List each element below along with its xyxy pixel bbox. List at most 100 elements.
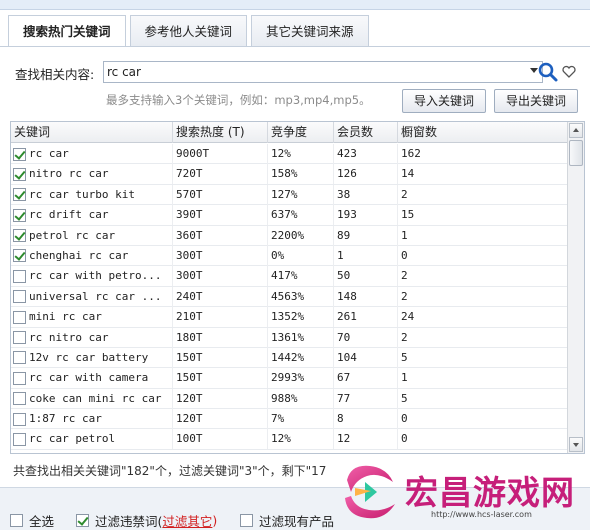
members-cell: 261: [334, 307, 398, 328]
row-checkbox[interactable]: [13, 331, 26, 345]
row-checkbox[interactable]: [13, 269, 26, 283]
keyword-cell: rc nitro car: [11, 327, 173, 348]
table-row[interactable]: rc car petrol 100T 12% 12 0: [11, 429, 567, 450]
keyword-cell: rc car with camera: [11, 368, 173, 389]
column-header-keyword[interactable]: 关键词: [11, 122, 173, 143]
showcase-cell: 15: [401, 208, 415, 222]
search-row: 查找相关内容:: [15, 61, 585, 83]
search-hint: 最多支持输入3个关键词，例如：mp3,mp4,mp5。: [106, 93, 371, 107]
table-row[interactable]: rc drift car 390T 637% 193 15: [11, 205, 567, 226]
watermark: 宏昌游戏网 http://www.hcs-laser.com: [335, 452, 590, 530]
row-checkbox[interactable]: [13, 290, 26, 304]
competition-cell: 1352%: [268, 307, 334, 328]
row-checkbox[interactable]: [13, 392, 26, 406]
row-checkbox[interactable]: [13, 351, 26, 365]
scrollbar-thumb[interactable]: [569, 140, 583, 166]
column-header-showcase[interactable]: 橱窗数: [398, 122, 567, 143]
tab-other-sources[interactable]: 其它关键词来源: [251, 15, 369, 46]
competition-cell: 1442%: [268, 347, 334, 368]
members-cell: 67: [334, 368, 398, 389]
heat-cell: 150T: [173, 368, 268, 389]
table-row[interactable]: rc car 9000T 12% 423 162: [11, 144, 567, 165]
keyword-text: rc car turbo kit: [29, 187, 135, 201]
members-cell: 77: [334, 388, 398, 409]
table-row[interactable]: rc nitro car 180T 1361% 70 2: [11, 327, 567, 348]
heat-cell: 300T: [173, 245, 268, 266]
showcase-cell: 0: [401, 248, 408, 262]
keyword-text: 12v rc car battery: [29, 350, 149, 364]
row-checkbox[interactable]: [13, 412, 26, 426]
search-combobox[interactable]: [103, 61, 543, 83]
vertical-scrollbar[interactable]: [567, 122, 584, 453]
table-row[interactable]: rc car with camera 150T 2993% 67 1: [11, 368, 567, 389]
column-header-competition[interactable]: 竞争度: [268, 122, 334, 143]
members-cell: 148: [334, 286, 398, 307]
favorite-dropdown-icon[interactable]: [561, 63, 577, 81]
table-row[interactable]: rc car with petro... 300T 417% 50 2: [11, 266, 567, 287]
select-all-option[interactable]: 全选: [10, 511, 54, 530]
keyword-cell: chenghai rc car: [11, 245, 173, 266]
search-input[interactable]: [104, 62, 514, 82]
watermark-url: http://www.hcs-laser.com: [431, 510, 532, 519]
showcase-cell: 2: [401, 269, 408, 283]
tab-hot-keywords[interactable]: 搜索热门关键词: [8, 15, 126, 47]
column-header-heat[interactable]: 搜索热度 (T): [173, 122, 268, 143]
showcase-cell: 2: [401, 187, 408, 201]
filter-existing-option[interactable]: 过滤现有产品: [240, 511, 334, 530]
scroll-up-arrow-icon[interactable]: [569, 123, 583, 138]
heat-cell: 210T: [173, 307, 268, 328]
table-row[interactable]: nitro rc car 720T 158% 126 14: [11, 164, 567, 185]
row-checkbox[interactable]: [13, 249, 26, 263]
tab-reference-keywords[interactable]: 参考他人关键词: [129, 15, 248, 46]
keyword-cell: rc car: [11, 144, 173, 164]
search-icon[interactable]: [537, 61, 559, 83]
row-checkbox[interactable]: [13, 167, 26, 181]
table-body: rc car 9000T 12% 423 162 nitro rc car 720T 158%…: [11, 144, 567, 450]
filter-existing-checkbox[interactable]: [240, 514, 253, 527]
keyword-table: 关键词 搜索热度 (T) 竞争度 会员数 橱窗数 rc car 9000T 12% 4…: [10, 121, 585, 454]
scroll-down-arrow-icon[interactable]: [569, 437, 583, 452]
table-row[interactable]: rc car turbo kit 570T 127% 38 2: [11, 184, 567, 206]
heat-cell: 720T: [173, 164, 268, 185]
members-cell: 193: [334, 205, 398, 226]
keyword-cell: coke can mini rc car: [11, 388, 173, 409]
import-keywords-button[interactable]: 导入关键词: [402, 89, 486, 113]
showcase-cell: 1: [401, 228, 408, 242]
heat-cell: 120T: [173, 388, 268, 409]
table-header: 关键词 搜索热度 (T) 竞争度 会员数 橱窗数: [11, 122, 567, 143]
filter-banned-label: 过滤违禁词(: [95, 514, 163, 529]
table-row[interactable]: petrol rc car 360T 2200% 89 1: [11, 225, 567, 246]
tab-bar: 搜索热门关键词 参考他人关键词 其它关键词来源: [8, 15, 373, 47]
row-checkbox[interactable]: [13, 208, 26, 222]
filter-banned-checkbox[interactable]: [76, 514, 89, 527]
showcase-cell: 0: [401, 412, 408, 426]
row-checkbox[interactable]: [13, 371, 26, 385]
table-row[interactable]: universal rc car ... 240T 4563% 148 2: [11, 286, 567, 308]
row-checkbox[interactable]: [13, 188, 26, 202]
row-checkbox[interactable]: [13, 229, 26, 243]
members-cell: 89: [334, 225, 398, 246]
table-row[interactable]: 1:87 rc car 120T 7% 8 0: [11, 409, 567, 430]
row-checkbox[interactable]: [13, 310, 26, 324]
heat-cell: 9000T: [173, 144, 268, 164]
table-row[interactable]: 12v rc car battery 150T 1442% 104 5: [11, 347, 567, 369]
keyword-text: coke can mini rc car: [29, 391, 162, 405]
heat-cell: 360T: [173, 225, 268, 246]
export-keywords-button[interactable]: 导出关键词: [494, 89, 578, 113]
table-row[interactable]: chenghai rc car 300T 0% 1 0: [11, 245, 567, 267]
showcase-cell: 14: [401, 167, 415, 181]
row-checkbox[interactable]: [13, 432, 26, 446]
filter-banned-option[interactable]: 过滤违禁词(过滤其它): [76, 511, 217, 530]
filter-other-link[interactable]: 过滤其它: [162, 511, 212, 530]
table-row[interactable]: coke can mini rc car 120T 988% 77 5: [11, 388, 567, 410]
members-cell: 38: [334, 184, 398, 205]
table-row[interactable]: mini rc car 210T 1352% 261 24: [11, 307, 567, 328]
members-cell: 1: [334, 245, 398, 266]
heat-cell: 240T: [173, 286, 268, 307]
column-header-members[interactable]: 会员数: [334, 122, 398, 143]
keyword-text: petrol rc car: [29, 228, 116, 242]
competition-cell: 127%: [268, 184, 334, 205]
keyword-text: rc nitro car: [29, 330, 109, 344]
row-checkbox[interactable]: [13, 147, 26, 161]
select-all-checkbox[interactable]: [10, 514, 23, 527]
